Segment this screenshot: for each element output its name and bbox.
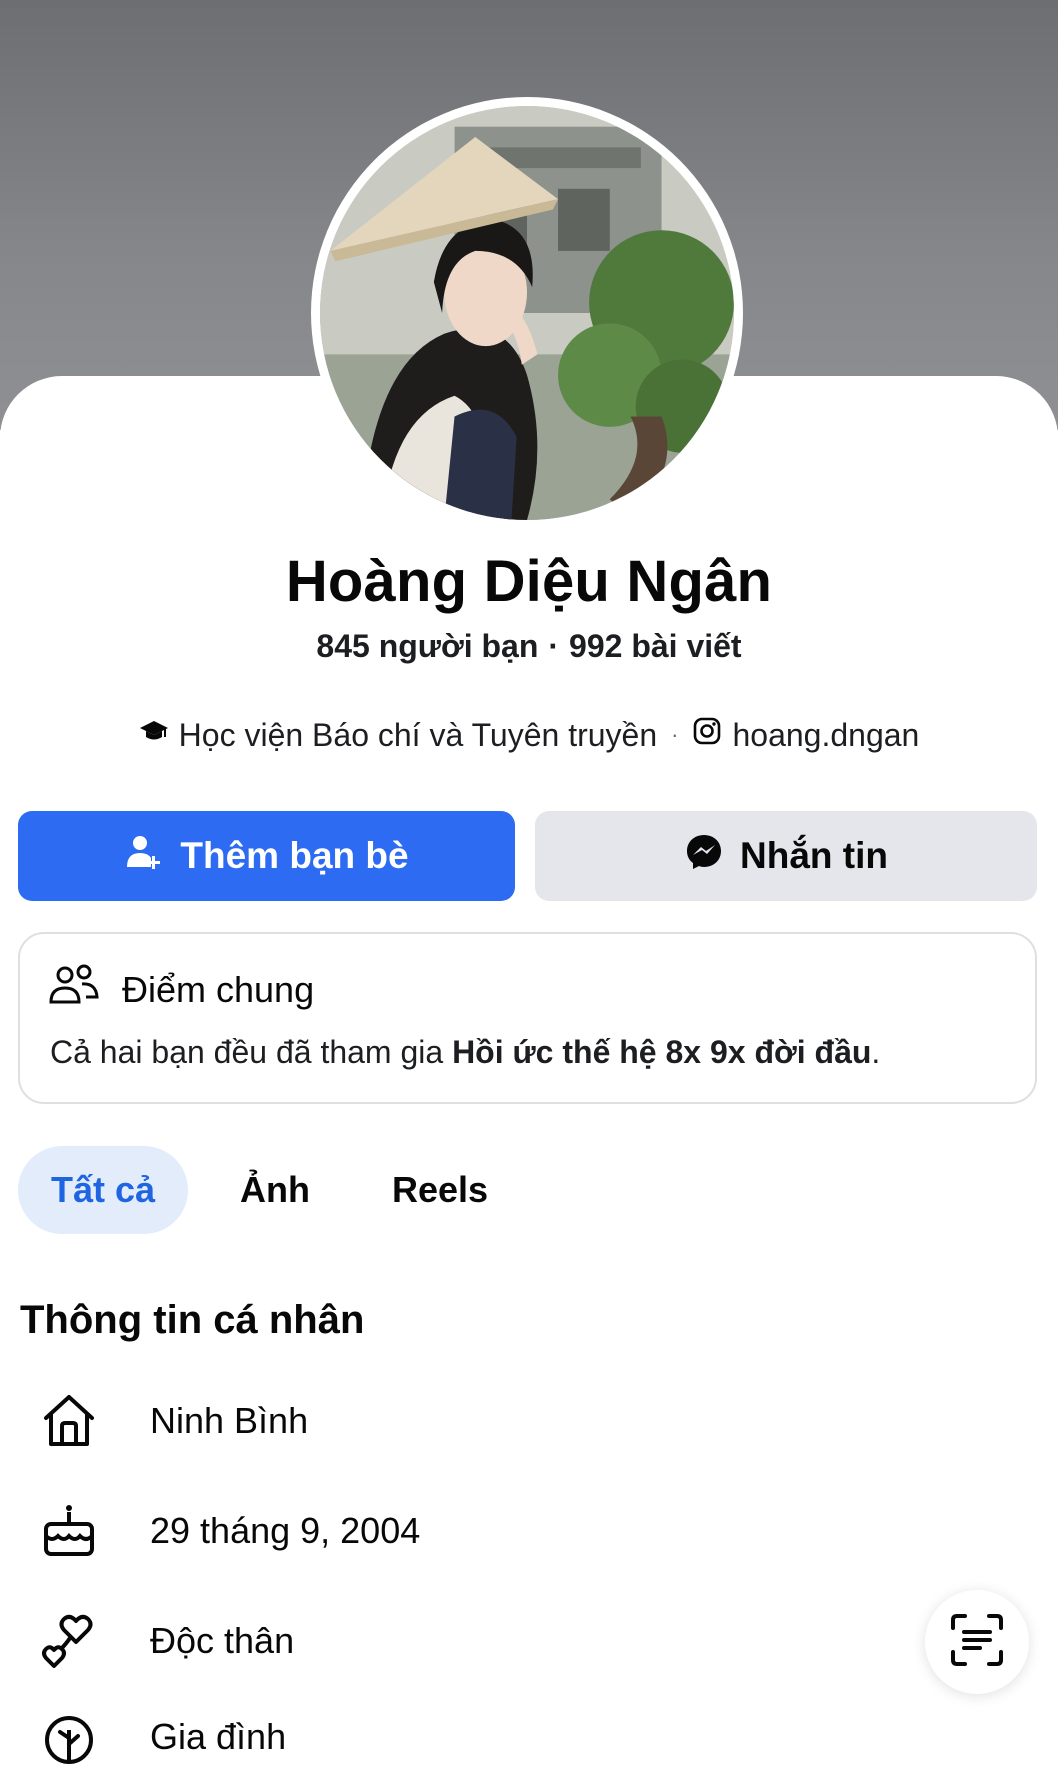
info-birthday: 29 tháng 9, 2004: [38, 1500, 420, 1562]
message-label: Nhắn tin: [740, 835, 888, 876]
hometown-text: Ninh Bình: [150, 1400, 309, 1441]
mutual-text-prefix: Cả hai bạn đều đã tham gia: [50, 1034, 453, 1070]
add-friend-label: Thêm bạn bè: [180, 835, 409, 876]
mutual-header: Điểm chung: [48, 962, 314, 1017]
friends-count[interactable]: 845 người bạn: [316, 628, 538, 664]
people-icon: [48, 962, 100, 1017]
info-hometown: Ninh Bình: [38, 1390, 308, 1452]
tab-all[interactable]: Tất cả: [18, 1146, 188, 1234]
mutual-text-suffix: .: [871, 1034, 881, 1070]
birthday-text: 29 tháng 9, 2004: [150, 1510, 421, 1551]
avatar-photo: [320, 106, 734, 520]
profile-stats: 845 người bạn · 992 bài viết: [0, 628, 1058, 665]
relationship-text: Độc thân: [150, 1620, 295, 1661]
relationship-hearts-icon: [38, 1610, 100, 1672]
profile-page: Hoàng Diệu Ngân 845 người bạn · 992 bài vi…: [0, 0, 1058, 1765]
mutual-card[interactable]: Điểm chung Cả hai bạn đều đã tham gia Hồ…: [18, 932, 1037, 1104]
message-button[interactable]: Nhắn tin: [535, 811, 1037, 901]
graduation-cap-icon: [139, 716, 169, 754]
home-icon: [38, 1390, 100, 1452]
text-scan-button[interactable]: [925, 1590, 1029, 1694]
profile-avatar[interactable]: [311, 97, 743, 529]
posts-count: 992 bài viết: [569, 628, 742, 664]
family-text: Gia đình: [150, 1716, 287, 1757]
mutual-group-name[interactable]: Hồi ức thế hệ 8x 9x đời đầu: [452, 1034, 871, 1070]
school-link[interactable]: Học viện Báo chí và Tuyên truyền: [179, 717, 657, 754]
info-relationship: Độc thân: [38, 1610, 294, 1672]
profile-name: Hoàng Diệu Ngân: [285, 549, 773, 614]
stats-separator: ·: [548, 628, 560, 664]
instagram-icon: [692, 716, 722, 754]
family-icon: [38, 1706, 100, 1765]
mutual-description: Cả hai bạn đều đã tham gia Hồi ức thế hệ…: [50, 1034, 880, 1071]
tab-photos[interactable]: Ảnh: [240, 1146, 310, 1234]
instagram-link[interactable]: hoang.dngan: [732, 717, 919, 754]
text-scan-icon: [947, 1610, 1007, 1675]
add-friend-icon: [124, 832, 164, 881]
messenger-icon: [684, 832, 724, 881]
tab-reels[interactable]: Reels: [392, 1146, 488, 1234]
info-family: Gia đình: [38, 1706, 286, 1765]
details-separator: ·: [671, 722, 679, 747]
mutual-title: Điểm chung: [122, 968, 315, 1010]
profile-details: Học viện Báo chí và Tuyên truyền · hoang…: [0, 716, 1058, 754]
personal-info-title: Thông tin cá nhân: [20, 1298, 365, 1342]
add-friend-button[interactable]: Thêm bạn bè: [18, 811, 515, 901]
birthday-cake-icon: [38, 1500, 100, 1562]
